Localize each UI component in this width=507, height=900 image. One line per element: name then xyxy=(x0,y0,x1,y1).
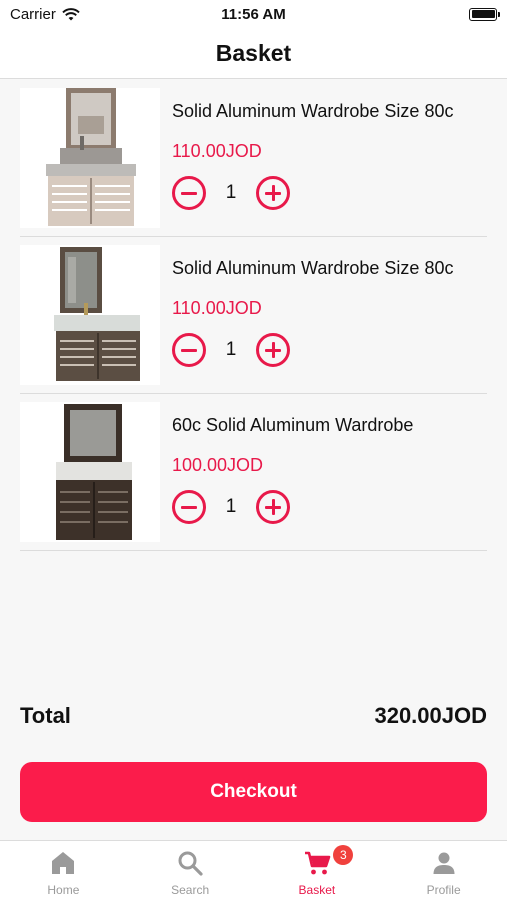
decrease-quantity-button[interactable] xyxy=(172,176,206,210)
basket-item[interactable]: Solid Aluminum Wardrobe Size 80c 110.00J… xyxy=(20,80,487,237)
wifi-icon xyxy=(62,7,80,20)
tab-label: Profile xyxy=(426,883,461,897)
item-info: Solid Aluminum Wardrobe Size 80c 110.00J… xyxy=(172,245,487,367)
item-name[interactable]: Solid Aluminum Wardrobe Size 80c xyxy=(172,258,487,279)
search-icon xyxy=(178,851,203,876)
product-image[interactable] xyxy=(20,402,160,542)
quantity-stepper: 1 xyxy=(172,333,487,367)
cart-count-badge: 3 xyxy=(333,845,354,865)
status-left: Carrier xyxy=(10,6,80,23)
tab-home[interactable]: Home xyxy=(0,841,127,900)
battery-icon xyxy=(469,7,500,21)
quantity-value: 1 xyxy=(225,182,237,203)
basket-item[interactable]: Solid Aluminum Wardrobe Size 80c 110.00J… xyxy=(20,237,487,394)
total-value: 320.00JOD xyxy=(374,703,487,728)
tab-search[interactable]: Search xyxy=(127,841,254,900)
item-price: 110.00JOD xyxy=(172,298,262,318)
decrease-quantity-button[interactable] xyxy=(172,490,206,524)
quantity-value: 1 xyxy=(225,496,237,517)
page-title: Basket xyxy=(215,39,292,66)
item-info: Solid Aluminum Wardrobe Size 80c 110.00J… xyxy=(172,88,487,210)
item-info: 60c Solid Aluminum Wardrobe 100.00JOD 1 xyxy=(172,402,487,524)
total-row: Total 320.00JOD xyxy=(20,703,487,729)
increase-quantity-button[interactable] xyxy=(256,490,290,524)
item-price: 110.00JOD xyxy=(172,141,262,161)
tab-basket[interactable]: 3 Basket xyxy=(254,841,381,900)
quantity-value: 1 xyxy=(225,339,237,360)
tab-profile[interactable]: Profile xyxy=(380,841,507,900)
tab-label: Search xyxy=(171,883,210,897)
basket-item[interactable]: 60c Solid Aluminum Wardrobe 100.00JOD 1 xyxy=(20,394,487,551)
item-name[interactable]: Solid Aluminum Wardrobe Size 80c xyxy=(172,101,487,122)
total-label: Total xyxy=(20,703,71,728)
tab-label: Basket xyxy=(298,883,336,897)
increase-quantity-button[interactable] xyxy=(256,176,290,210)
product-image[interactable] xyxy=(20,88,160,228)
person-icon xyxy=(433,852,455,874)
product-image[interactable] xyxy=(20,245,160,385)
carrier-label: Carrier xyxy=(10,5,56,23)
quantity-stepper: 1 xyxy=(172,176,487,210)
status-bar: Carrier 11:56 AM xyxy=(0,0,507,28)
nav-bar: Basket xyxy=(0,28,507,79)
item-name[interactable]: 60c Solid Aluminum Wardrobe xyxy=(172,415,487,436)
quantity-stepper: 1 xyxy=(172,490,487,524)
checkout-button[interactable]: Checkout xyxy=(20,762,487,822)
increase-quantity-button[interactable] xyxy=(256,333,290,367)
cart-icon xyxy=(304,851,331,875)
tab-bar: Home Search 3 Basket Profile xyxy=(0,840,507,900)
item-price: 100.00JOD xyxy=(172,455,264,475)
decrease-quantity-button[interactable] xyxy=(172,333,206,367)
tab-label: Home xyxy=(47,883,80,897)
basket-list: Solid Aluminum Wardrobe Size 80c 110.00J… xyxy=(20,80,487,551)
home-icon xyxy=(52,852,75,874)
